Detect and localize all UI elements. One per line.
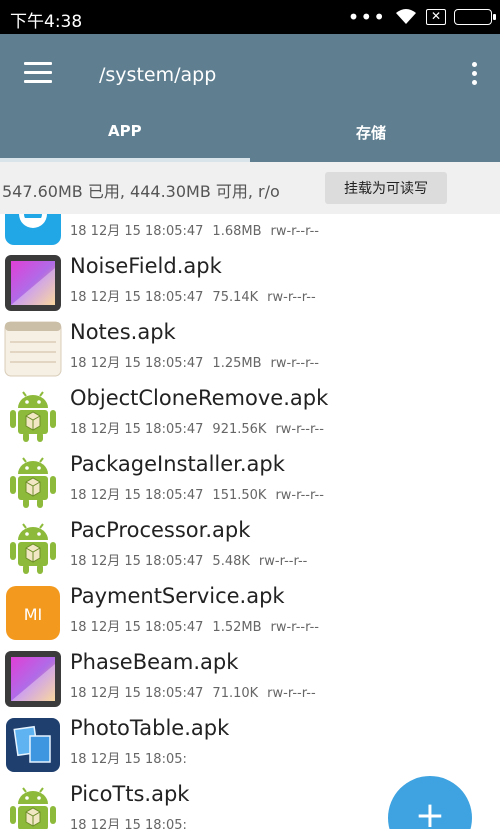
- file-name: NoiseField.apk: [70, 254, 222, 278]
- file-date: 18 12月 15 18:05:: [70, 752, 187, 767]
- file-date: 18 12月 15 18:05:47: [70, 686, 204, 701]
- wallpaper-icon: [5, 651, 61, 707]
- more-options-icon[interactable]: [470, 62, 478, 86]
- file-size: 75.14K: [212, 290, 259, 305]
- tab-app[interactable]: APP: [108, 122, 142, 140]
- file-meta: 18 12月 15 18:05:47 151.50K rw-r--r--: [70, 484, 333, 503]
- storage-info: 547.60MB 已用, 444.30MB 可用, r/o: [2, 182, 280, 201]
- wifi-icon: [396, 9, 416, 24]
- file-meta: 18 12月 15 18:05:47 921.56K rw-r--r--: [70, 418, 333, 437]
- file-size: 1.25MB: [212, 356, 262, 371]
- wallpaper-icon: [5, 255, 61, 311]
- file-meta: 18 12月 15 18:05:47 1.25MB rw-r--r--: [70, 352, 328, 371]
- android-icon: [10, 391, 56, 442]
- signal-dots: •••: [347, 5, 386, 29]
- mi-icon: MI: [6, 586, 60, 640]
- file-meta: 18 12月 15 18:05:: [70, 814, 214, 829]
- file-size: 5.48K: [212, 554, 250, 569]
- list-item[interactable]: Notes.apk 18 12月 15 18:05:47 1.25MB rw-r--…: [0, 312, 500, 378]
- android-icon: [10, 457, 56, 508]
- file-name: PackageInstaller.apk: [70, 452, 285, 476]
- file-size: 71.10K: [212, 686, 259, 701]
- file-name: ObjectCloneRemove.apk: [70, 386, 329, 410]
- file-permissions: rw-r--r--: [270, 620, 319, 635]
- file-name: PhaseBeam.apk: [70, 650, 239, 674]
- file-permissions: rw-r--r--: [267, 290, 316, 305]
- status-icons: ••• ✕: [347, 5, 496, 29]
- mi-icon-text: MI: [24, 605, 43, 624]
- status-time: 下午4:38: [10, 12, 83, 32]
- file-name: PicoTts.apk: [70, 782, 190, 806]
- list-item[interactable]: ObjectCloneRemove.apk 18 12月 15 18:05:47…: [0, 378, 500, 444]
- list-item[interactable]: NoiseField.apk 18 12月 15 18:05:47 75.14K r…: [0, 246, 500, 312]
- file-permissions: rw-r--r--: [270, 224, 319, 239]
- file-size: 1.68MB: [212, 224, 262, 239]
- file-permissions: rw-r--r--: [275, 488, 324, 503]
- android-icon: [10, 787, 56, 829]
- file-date: 18 12月 15 18:05:47: [70, 422, 204, 437]
- file-permissions: rw-r--r--: [275, 422, 324, 437]
- list-item[interactable]: PhaseBeam.apk 18 12月 15 18:05:47 71.10K rw…: [0, 642, 500, 708]
- file-permissions: rw-r--r--: [267, 686, 316, 701]
- file-size: 921.56K: [212, 422, 267, 437]
- storage-bar: 547.60MB 已用, 444.30MB 可用, r/o 挂载为可读写: [0, 162, 500, 214]
- mount-rw-button[interactable]: 挂载为可读写: [325, 172, 447, 204]
- list-item[interactable]: PhotoTable.apk 18 12月 15 18:05:: [0, 708, 500, 774]
- path-title: /system/app: [99, 64, 217, 86]
- file-date: 18 12月 15 18:05:: [70, 818, 187, 829]
- status-bar: 下午4:38 ••• ✕: [0, 0, 500, 34]
- list-item[interactable]: 18 12月 15 18:05:47 1.68MB rw-r--r--: [0, 214, 500, 246]
- file-permissions: rw-r--r--: [258, 554, 308, 569]
- file-name: PhotoTable.apk: [70, 716, 230, 740]
- battery-icon: [454, 9, 496, 25]
- file-name: PacProcessor.apk: [70, 518, 251, 542]
- list-item[interactable]: PackageInstaller.apk 18 12月 15 18:05:47 1…: [0, 444, 500, 510]
- app-bar: /system/app APP 存储: [0, 34, 500, 162]
- file-date: 18 12月 15 18:05:47: [70, 488, 204, 503]
- photo-table-icon: [6, 718, 60, 772]
- blue-app-icon: [5, 214, 61, 245]
- file-date: 18 12月 15 18:05:47: [70, 554, 204, 569]
- menu-icon[interactable]: [24, 62, 52, 84]
- file-meta: 18 12月 15 18:05:47 75.14K rw-r--r--: [70, 286, 325, 305]
- list-item[interactable]: MI PaymentService.apk 18 12月 15 18:05:47…: [0, 576, 500, 642]
- file-date: 18 12月 15 18:05:47: [70, 290, 204, 305]
- file-date: 18 12月 15 18:05:47: [70, 620, 204, 635]
- list-item[interactable]: PacProcessor.apk 18 12月 15 18:05:47 5.48K…: [0, 510, 500, 576]
- file-meta: 18 12月 15 18:05:47 5.48K rw-r--r--: [70, 550, 316, 569]
- notes-icon: [4, 321, 62, 377]
- file-meta: 18 12月 15 18:05:47 1.68MB rw-r--r--: [70, 220, 328, 239]
- file-meta: 18 12月 15 18:05:: [70, 748, 214, 767]
- file-meta: 18 12月 15 18:05:47 71.10K rw-r--r--: [70, 682, 325, 701]
- no-sim-icon: ✕: [426, 9, 446, 25]
- tab-storage[interactable]: 存储: [356, 122, 386, 143]
- file-name: PaymentService.apk: [70, 584, 285, 608]
- file-list: 18 12月 15 18:05:47 1.68MB rw-r--r-- NoiseF…: [0, 214, 500, 829]
- file-name: Notes.apk: [70, 320, 176, 344]
- file-size: 1.52MB: [212, 620, 262, 635]
- android-icon: [10, 523, 56, 574]
- file-date: 18 12月 15 18:05:47: [70, 356, 204, 371]
- file-permissions: rw-r--r--: [270, 356, 319, 371]
- file-size: 151.50K: [212, 488, 267, 503]
- file-date: 18 12月 15 18:05:47: [70, 224, 204, 239]
- file-meta: 18 12月 15 18:05:47 1.52MB rw-r--r--: [70, 616, 328, 635]
